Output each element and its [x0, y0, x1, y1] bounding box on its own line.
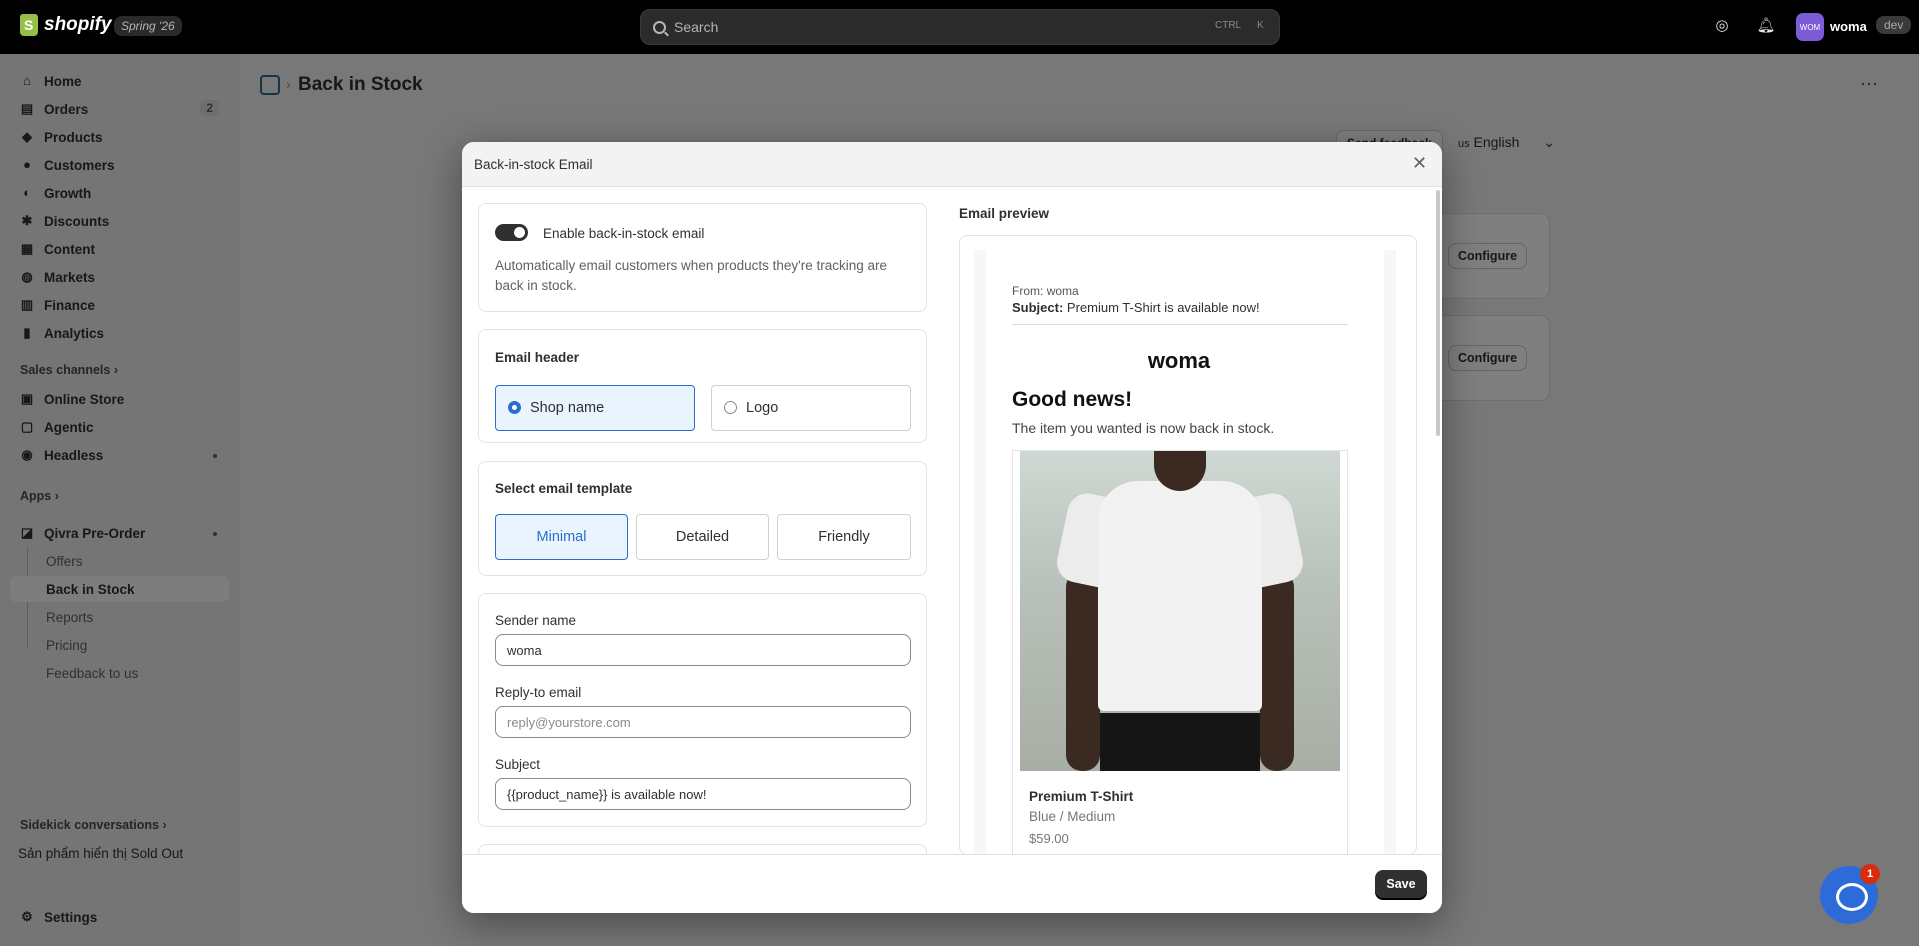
- modal-scrollbar[interactable]: [1436, 190, 1440, 436]
- template-detailed[interactable]: Detailed: [636, 514, 769, 560]
- chat-unread-badge: 1: [1860, 864, 1880, 884]
- header-option-shop-name[interactable]: Shop name: [495, 385, 695, 431]
- search-placeholder: Search: [674, 19, 719, 35]
- save-button[interactable]: Save: [1375, 870, 1427, 898]
- figure-arm: [1260, 571, 1294, 771]
- product-variant: Blue / Medium: [1029, 809, 1116, 824]
- option-label: Logo: [746, 400, 779, 416]
- from-value: woma: [1046, 284, 1079, 298]
- product-image: [1020, 451, 1340, 771]
- store-name[interactable]: woma: [1830, 19, 1867, 34]
- sidekick-icon[interactable]: ◎: [1712, 16, 1732, 36]
- product-price: $59.00: [1029, 831, 1069, 846]
- shopify-bag-icon: [20, 14, 38, 36]
- avatar[interactable]: WOM: [1796, 13, 1824, 41]
- template-panel: Select email template Minimal Detailed F…: [478, 461, 927, 576]
- sender-name-input[interactable]: [495, 634, 911, 666]
- subject-value: Premium T-Shirt is available now!: [1066, 300, 1260, 315]
- enable-label: Enable back-in-stock email: [543, 226, 705, 241]
- top-bar: shopify Spring '26 Search CTRL K ◎ 🔔︎ WO…: [0, 0, 1919, 54]
- email-subject: Subject: Premium T-Shirt is available no…: [1012, 300, 1260, 315]
- from-label: From:: [1012, 284, 1044, 298]
- template-title: Select email template: [495, 481, 633, 496]
- product-name: Premium T-Shirt: [1029, 789, 1134, 804]
- reply-to-label: Reply-to email: [495, 685, 582, 700]
- template-minimal[interactable]: Minimal: [495, 514, 628, 560]
- search-bar[interactable]: Search CTRL K: [640, 9, 1280, 45]
- search-icon: [653, 20, 666, 34]
- dev-badge: dev: [1876, 16, 1912, 34]
- enable-toggle[interactable]: [495, 224, 528, 241]
- subject-label: Subject: [495, 757, 541, 772]
- option-label: Shop name: [530, 400, 605, 416]
- email-preview-title: Email preview: [959, 206, 1050, 221]
- email-shop-name: woma: [1147, 348, 1211, 373]
- modal-title: Back-in-stock Email: [474, 157, 593, 172]
- email-preview-viewport: From: woma Subject: Premium T-Shirt is a…: [974, 250, 1396, 856]
- sender-name-label: Sender name: [495, 613, 577, 628]
- edition-badge: Spring '26: [114, 16, 182, 36]
- shortcut-key: K: [1257, 20, 1264, 31]
- divider: [1012, 324, 1348, 325]
- template-friendly[interactable]: Friendly: [777, 514, 911, 560]
- email-from: From: woma: [1012, 284, 1079, 298]
- shirt-body: [1098, 481, 1262, 711]
- enable-description: Automatically email customers when produ…: [495, 258, 887, 293]
- email-body-text: The item you wanted is now back in stock…: [1012, 420, 1275, 436]
- radio-unselected: [724, 401, 737, 414]
- email-header-panel: Email header Shop name Logo: [478, 329, 927, 443]
- product-card: Premium T-Shirt Blue / Medium $59.00: [1012, 450, 1348, 856]
- header-option-logo[interactable]: Logo: [711, 385, 911, 431]
- figure-arm: [1066, 571, 1100, 771]
- shopify-logo[interactable]: shopify: [20, 14, 112, 36]
- email-preview-frame: From: woma Subject: Premium T-Shirt is a…: [959, 235, 1417, 856]
- subject-label: Subject:: [1012, 300, 1064, 315]
- email-header-title: Email header: [495, 350, 580, 365]
- close-icon[interactable]: ✕: [1412, 154, 1427, 172]
- sender-panel: Sender name Reply-to email Subject: [478, 593, 927, 827]
- modal-footer: Save: [462, 854, 1442, 913]
- email-headline: Good news!: [1012, 388, 1133, 411]
- bell-icon[interactable]: 🔔︎: [1756, 16, 1776, 36]
- radio-selected: [508, 401, 521, 414]
- reply-to-input[interactable]: [495, 706, 911, 738]
- subject-input[interactable]: [495, 778, 911, 810]
- enable-panel: Enable back-in-stock email Automatically…: [478, 203, 927, 312]
- email-body: From: woma Subject: Premium T-Shirt is a…: [986, 250, 1384, 856]
- back-in-stock-modal: Back-in-stock Email ✕ Enable back-in-sto…: [462, 142, 1442, 913]
- modal-header: Back-in-stock Email ✕: [462, 142, 1442, 187]
- figure-pants: [1100, 713, 1260, 771]
- shortcut-ctrl: CTRL: [1215, 20, 1242, 31]
- brand-name: shopify: [44, 14, 112, 35]
